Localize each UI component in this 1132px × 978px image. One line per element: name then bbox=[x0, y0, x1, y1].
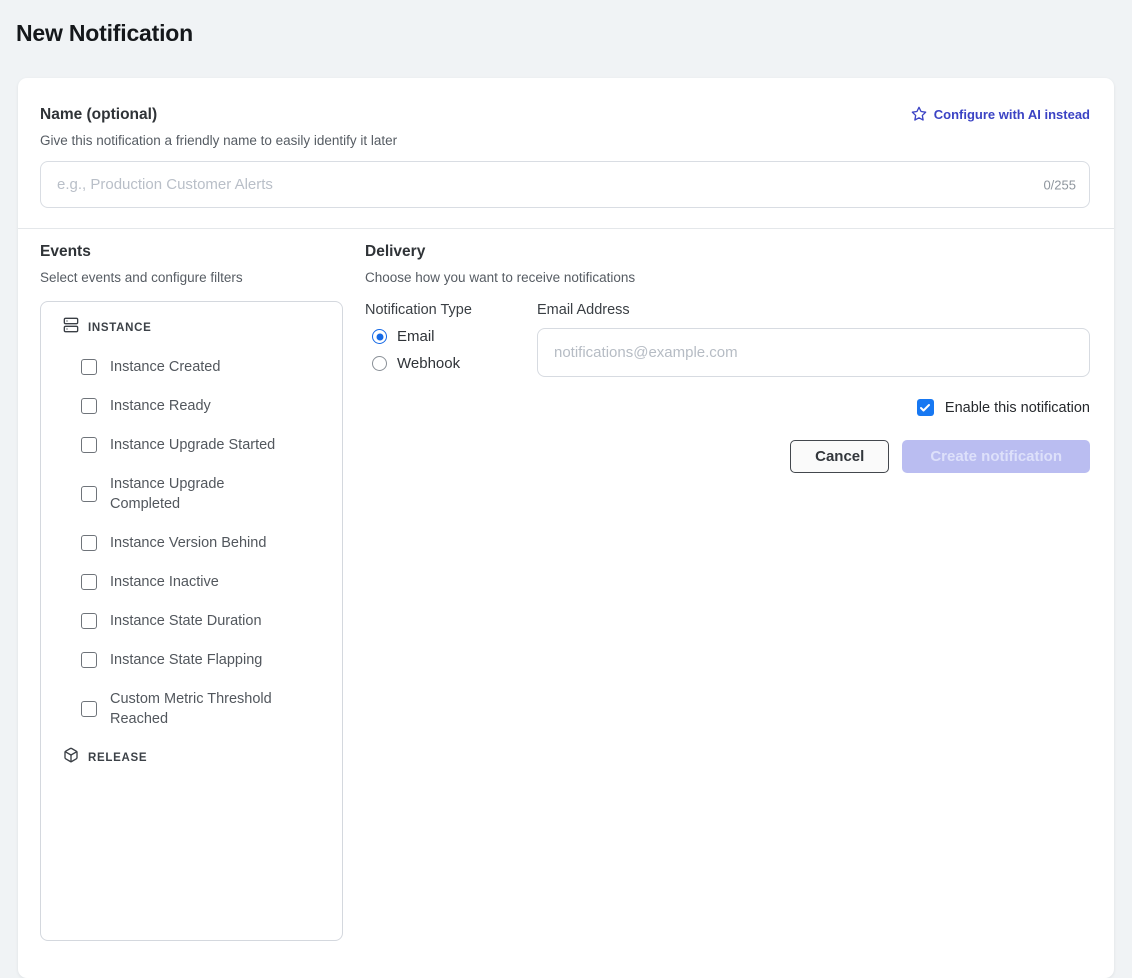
checkbox-unchecked[interactable] bbox=[81, 535, 97, 551]
event-label: Instance Created bbox=[110, 357, 220, 377]
event-item-instance-inactive[interactable]: Instance Inactive bbox=[81, 572, 330, 592]
checkbox-unchecked[interactable] bbox=[81, 398, 97, 414]
event-label: Instance Upgrade Completed bbox=[110, 474, 292, 514]
events-section: Events Select events and configure filte… bbox=[40, 243, 343, 941]
star-icon bbox=[911, 106, 927, 122]
radio-option-email[interactable]: Email bbox=[372, 328, 537, 345]
name-section-title: Name (optional) bbox=[40, 106, 157, 124]
event-item-instance-upgrade-completed[interactable]: Instance Upgrade Completed bbox=[81, 474, 330, 514]
checkbox-unchecked[interactable] bbox=[81, 486, 97, 502]
checkbox-unchecked[interactable] bbox=[81, 359, 97, 375]
checkbox-unchecked[interactable] bbox=[81, 613, 97, 629]
event-item-instance-ready[interactable]: Instance Ready bbox=[81, 396, 330, 416]
event-label: Custom Metric Threshold Reached bbox=[110, 689, 292, 729]
events-subtitle: Select events and configure filters bbox=[40, 270, 343, 285]
new-notification-card: Name (optional) Configure with AI instea… bbox=[18, 78, 1114, 978]
page-title: New Notification bbox=[16, 20, 1132, 47]
event-group-label: INSTANCE bbox=[88, 322, 152, 334]
event-item-instance-version-behind[interactable]: Instance Version Behind bbox=[81, 533, 330, 553]
enable-notification-toggle[interactable]: Enable this notification bbox=[365, 399, 1090, 416]
event-item-instance-state-flapping[interactable]: Instance State Flapping bbox=[81, 650, 330, 670]
event-item-instance-created[interactable]: Instance Created bbox=[81, 357, 330, 377]
configure-with-ai-link[interactable]: Configure with AI instead bbox=[911, 106, 1090, 122]
event-label: Instance State Duration bbox=[110, 611, 262, 631]
cancel-button[interactable]: Cancel bbox=[790, 440, 889, 473]
radio-label: Email bbox=[397, 328, 435, 345]
delivery-subtitle: Choose how you want to receive notificat… bbox=[365, 270, 1090, 285]
event-group-label: RELEASE bbox=[88, 752, 147, 764]
event-item-instance-state-duration[interactable]: Instance State Duration bbox=[81, 611, 330, 631]
char-counter: 0/255 bbox=[1043, 177, 1076, 192]
radio-unselected-icon[interactable] bbox=[372, 356, 387, 371]
checkbox-unchecked[interactable] bbox=[81, 437, 97, 453]
email-address-input[interactable] bbox=[537, 328, 1090, 377]
package-icon bbox=[63, 747, 79, 768]
event-item-instance-upgrade-started[interactable]: Instance Upgrade Started bbox=[81, 435, 330, 455]
checkbox-unchecked[interactable] bbox=[81, 652, 97, 668]
server-icon bbox=[63, 317, 79, 338]
checkbox-unchecked[interactable] bbox=[81, 701, 97, 717]
event-group-instance: INSTANCE bbox=[63, 317, 330, 338]
event-group-release: RELEASE bbox=[63, 747, 330, 768]
events-title: Events bbox=[40, 243, 343, 261]
notification-type-label: Notification Type bbox=[365, 302, 537, 318]
configure-with-ai-label: Configure with AI instead bbox=[934, 107, 1090, 122]
checkbox-checked-icon[interactable] bbox=[917, 399, 934, 416]
radio-option-webhook[interactable]: Webhook bbox=[372, 355, 537, 372]
create-notification-button[interactable]: Create notification bbox=[902, 440, 1090, 473]
event-label: Instance Inactive bbox=[110, 572, 219, 592]
radio-label: Webhook bbox=[397, 355, 460, 372]
enable-notification-label: Enable this notification bbox=[945, 400, 1090, 416]
event-label: Instance State Flapping bbox=[110, 650, 262, 670]
events-list: INSTANCE Instance Created Instance Ready… bbox=[40, 301, 343, 941]
name-helper-text: Give this notification a friendly name t… bbox=[40, 133, 1090, 148]
notification-name-input[interactable] bbox=[40, 161, 1090, 208]
checkbox-unchecked[interactable] bbox=[81, 574, 97, 590]
event-label: Instance Upgrade Started bbox=[110, 435, 275, 455]
radio-selected-icon[interactable] bbox=[372, 329, 387, 344]
delivery-title: Delivery bbox=[365, 243, 1090, 261]
event-label: Instance Ready bbox=[110, 396, 211, 416]
event-item-custom-metric-threshold[interactable]: Custom Metric Threshold Reached bbox=[81, 689, 330, 729]
delivery-section: Delivery Choose how you want to receive … bbox=[365, 243, 1090, 941]
email-address-label: Email Address bbox=[537, 302, 1090, 318]
event-label: Instance Version Behind bbox=[110, 533, 266, 553]
name-section: Name (optional) Configure with AI instea… bbox=[18, 78, 1114, 208]
